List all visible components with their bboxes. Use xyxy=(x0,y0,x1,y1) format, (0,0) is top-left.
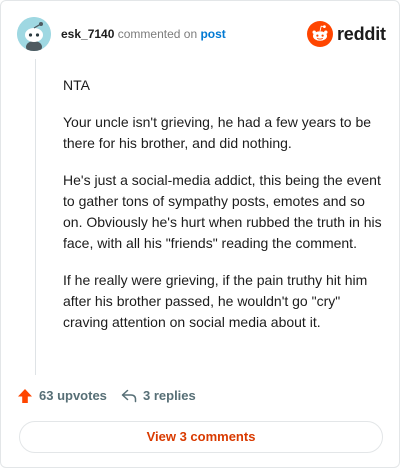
action-text: commented on xyxy=(117,27,198,41)
comment-header: esk_7140 commented on post reddit xyxy=(17,17,386,51)
reddit-brand[interactable]: reddit xyxy=(307,21,386,47)
comment-paragraph: NTA xyxy=(63,77,90,93)
post-link[interactable]: post xyxy=(200,27,225,41)
reply-count: 3 replies xyxy=(143,388,196,403)
thread-line xyxy=(35,59,36,375)
comment-paragraph: If he really were grieving, if the pain … xyxy=(63,272,368,330)
comment-card: esk_7140 commented on post reddit NTA Yo… xyxy=(0,0,400,468)
reddit-wordmark: reddit xyxy=(337,24,386,44)
reply-arrow-icon xyxy=(121,389,137,403)
username-link[interactable]: esk_7140 xyxy=(61,27,114,41)
view-comments-button[interactable]: View 3 comments xyxy=(19,421,383,453)
upvote-arrow-icon xyxy=(18,389,32,403)
comment-meta: esk_7140 commented on post xyxy=(61,26,226,42)
comment-paragraph: Your uncle isn't grieving, he had a few … xyxy=(63,114,372,151)
comment-paragraph: He's just a social-media addict, this be… xyxy=(63,172,382,251)
reddit-logo-icon xyxy=(307,21,333,47)
upvote-count: 63 upvotes xyxy=(39,388,107,403)
comment-body: NTA Your uncle isn't grieving, he had a … xyxy=(63,75,385,349)
snoo-avatar-icon[interactable] xyxy=(17,17,51,51)
